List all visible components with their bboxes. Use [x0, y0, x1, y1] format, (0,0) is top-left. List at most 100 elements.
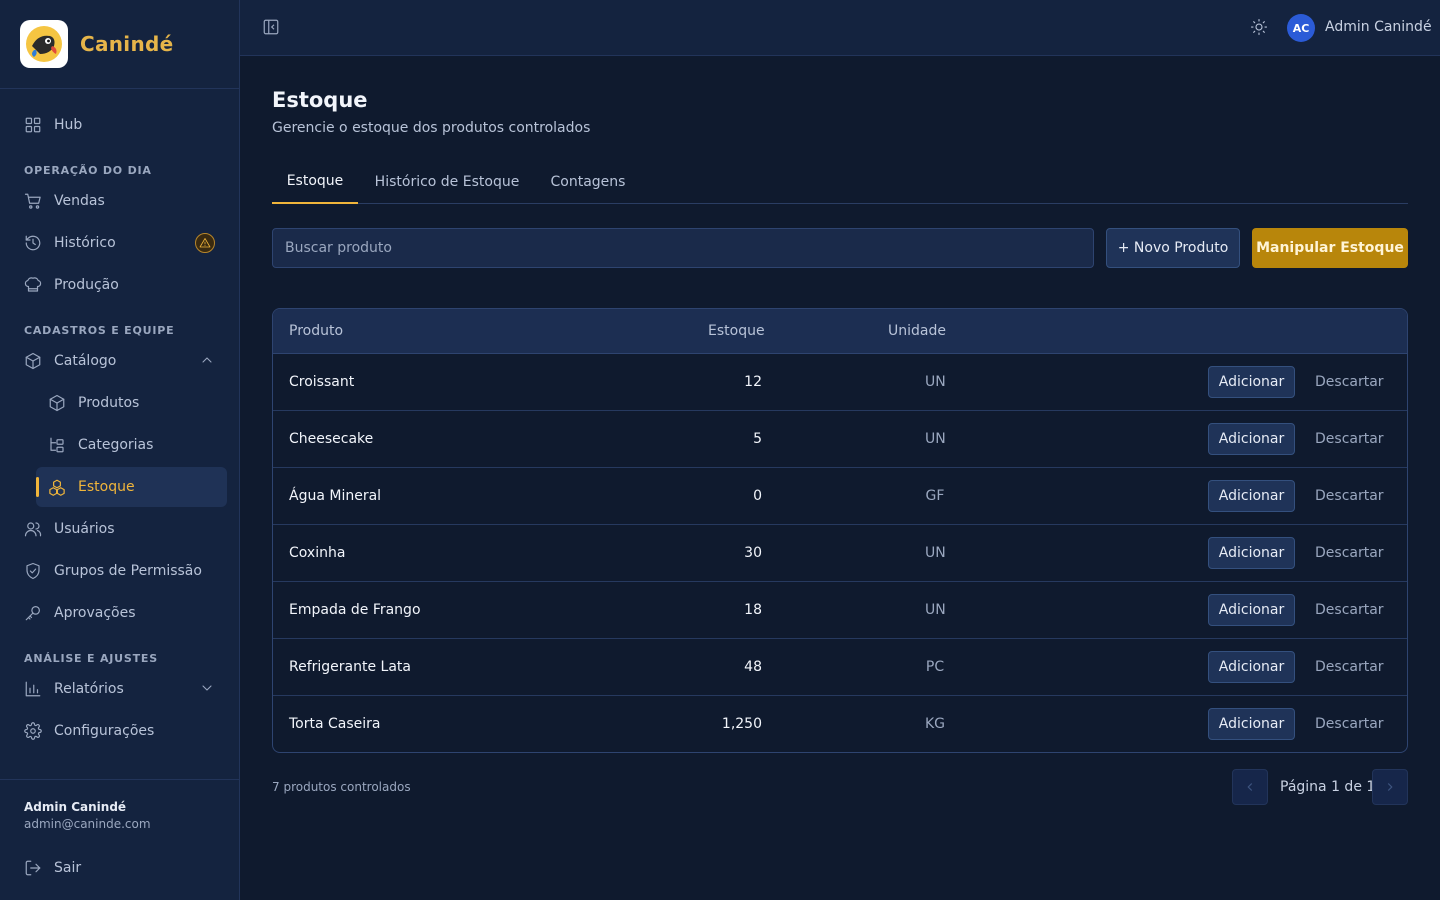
add-button[interactable]: Adicionar [1208, 708, 1295, 740]
discard-button[interactable]: Descartar [1315, 431, 1384, 447]
sun-icon[interactable] [1250, 18, 1270, 38]
chevron-left-icon [1247, 783, 1253, 791]
package-icon [48, 394, 66, 412]
product-name: Cheesecake [289, 431, 374, 447]
sidebar-item-label: Catálogo [54, 353, 117, 369]
logout-label: Sair [54, 860, 82, 876]
product-unit: KG [925, 716, 946, 732]
sidebar-item-configuracoes[interactable]: Configurações [12, 711, 227, 751]
product-unit: UN [925, 602, 946, 618]
product-name: Coxinha [289, 545, 346, 561]
discard-button[interactable]: Descartar [1315, 545, 1384, 561]
manipulate-stock-button[interactable]: Manipular Estoque [1252, 228, 1408, 268]
add-button[interactable]: Adicionar [1208, 537, 1295, 569]
sidebar-item-label: Configurações [54, 723, 155, 739]
product-stock: 30 [744, 545, 762, 561]
product-name: Água Mineral [289, 488, 382, 504]
product-name: Torta Caseira [289, 716, 381, 732]
sidebar-item-aprovacoes[interactable]: Aprovações [12, 593, 227, 633]
chef-hat-icon [24, 276, 42, 294]
sidebar-item-grupos[interactable]: Grupos de Permissão [12, 551, 227, 591]
discard-button[interactable]: Descartar [1315, 488, 1384, 504]
sidebar-item-label: Hub [54, 117, 83, 133]
table-row: Empada de Frango 18 UN Adicionar Descart… [273, 582, 1407, 639]
sidebar-item-vendas[interactable]: Vendas [12, 181, 227, 221]
sidebar-item-relatorios[interactable]: Relatórios [12, 669, 227, 709]
history-icon [24, 234, 42, 252]
sidebar-item-label: Produção [54, 277, 119, 293]
table-header: Produto Estoque Unidade [273, 309, 1407, 354]
table-row: Torta Caseira 1,250 KG Adicionar Descart… [273, 696, 1407, 752]
key-icon [24, 604, 42, 622]
sidebar-item-usuarios[interactable]: Usuários [12, 509, 227, 549]
sidebar-item-estoque[interactable]: Estoque [36, 467, 227, 507]
sidebar-item-label: Histórico [54, 235, 116, 251]
add-button[interactable]: Adicionar [1208, 480, 1295, 512]
sidebar-item-label: Vendas [54, 193, 105, 209]
column-header-product: Produto [289, 323, 344, 339]
sidebar-item-label: Aprovações [54, 605, 136, 621]
topbar-user-name[interactable]: Admin Canindé [1325, 19, 1432, 35]
tab-estoque[interactable]: Estoque [272, 160, 358, 204]
table-row: Croissant 12 UN Adicionar Descartar [273, 354, 1407, 411]
product-name: Empada de Frango [289, 602, 421, 618]
next-page-button[interactable] [1372, 769, 1408, 805]
product-unit: UN [925, 374, 946, 390]
discard-button[interactable]: Descartar [1315, 659, 1384, 675]
brand-name: Canindé [80, 32, 174, 56]
sidebar-item-label: Estoque [78, 479, 135, 495]
column-header-stock: Estoque [708, 323, 765, 339]
boxes-icon [48, 478, 66, 496]
tab-historico-estoque[interactable]: Histórico de Estoque [368, 160, 526, 204]
sidebar-user-email: admin@caninde.com [24, 817, 151, 831]
product-count: 7 produtos controlados [272, 780, 411, 794]
sidebar-item-label: Categorias [78, 437, 154, 453]
add-button[interactable]: Adicionar [1208, 423, 1295, 455]
brand[interactable]: Canindé [0, 0, 239, 89]
discard-button[interactable]: Descartar [1315, 374, 1384, 390]
sidebar-item-hub[interactable]: Hub [12, 105, 227, 145]
table-row: Coxinha 30 UN Adicionar Descartar [273, 525, 1407, 582]
product-unit: UN [925, 545, 946, 561]
page-title: Estoque [272, 88, 368, 112]
tab-contagens[interactable]: Contagens [542, 160, 634, 204]
product-stock: 1,250 [721, 716, 762, 732]
chevron-up-icon[interactable] [199, 352, 215, 368]
sidebar-footer: Admin Canindé admin@caninde.com Sair [0, 779, 239, 900]
sidebar: Canindé Hub OPERAÇÃO DO DIA Vendas Histó… [0, 0, 240, 900]
product-stock: 5 [753, 431, 762, 447]
sidebar-item-historico[interactable]: Histórico [12, 223, 227, 263]
page-subtitle: Gerencie o estoque dos produtos controla… [272, 120, 591, 136]
sidebar-item-categorias[interactable]: Categorias [36, 425, 227, 465]
discard-button[interactable]: Descartar [1315, 602, 1384, 618]
discard-button[interactable]: Descartar [1315, 716, 1384, 732]
prev-page-button[interactable] [1232, 769, 1268, 805]
grid-icon [24, 116, 42, 134]
sidebar-item-catalogo[interactable]: Catálogo [12, 341, 227, 381]
add-button[interactable]: Adicionar [1208, 366, 1295, 398]
new-product-button[interactable]: + Novo Produto [1106, 228, 1240, 268]
page-indicator: Página 1 de 1 [1280, 779, 1376, 795]
search-input[interactable] [272, 228, 1094, 268]
chevron-down-icon[interactable] [199, 680, 215, 696]
sidebar-toggle-icon[interactable] [262, 18, 282, 38]
add-button[interactable]: Adicionar [1208, 594, 1295, 626]
users-icon [24, 520, 42, 538]
avatar[interactable]: AC [1287, 14, 1315, 42]
product-stock: 48 [744, 659, 762, 675]
sidebar-item-label: Grupos de Permissão [54, 563, 202, 579]
section-title-operacao: OPERAÇÃO DO DIA [24, 164, 152, 177]
bar-chart-icon [24, 680, 42, 698]
chevron-right-icon [1387, 783, 1393, 791]
brand-logo [20, 20, 68, 68]
sidebar-item-produtos[interactable]: Produtos [36, 383, 227, 423]
table-row: Água Mineral 0 GF Adicionar Descartar [273, 468, 1407, 525]
add-button[interactable]: Adicionar [1208, 651, 1295, 683]
table-row: Cheesecake 5 UN Adicionar Descartar [273, 411, 1407, 468]
sidebar-nav: Hub OPERAÇÃO DO DIA Vendas Histórico Pro… [0, 89, 239, 751]
section-title-cadastros: CADASTROS E EQUIPE [24, 324, 175, 337]
warning-icon [195, 233, 215, 253]
logout-button[interactable]: Sair [12, 848, 81, 888]
product-stock: 12 [744, 374, 762, 390]
sidebar-item-producao[interactable]: Produção [12, 265, 227, 305]
